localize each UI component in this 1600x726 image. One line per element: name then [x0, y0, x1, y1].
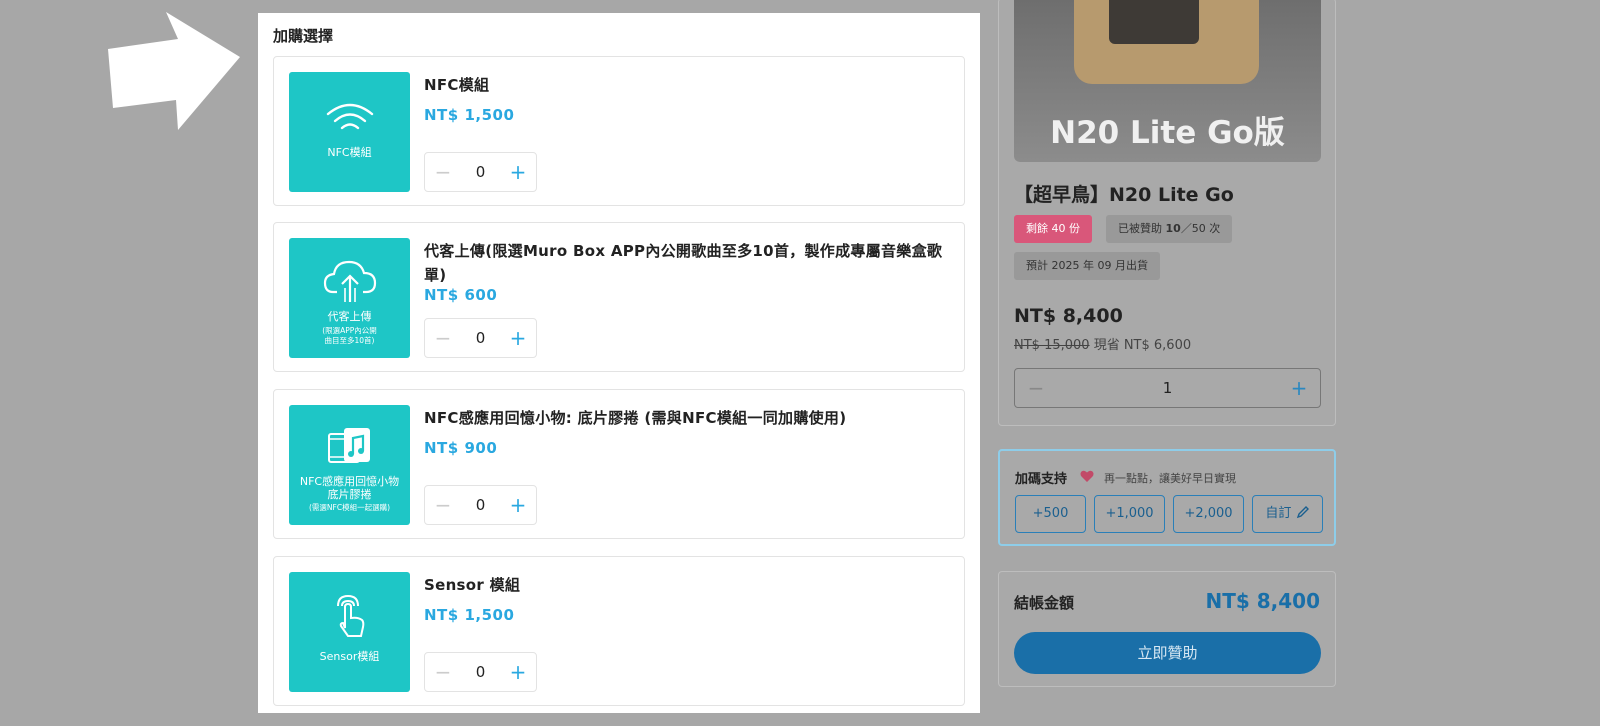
addon-thumb: NFC模組	[289, 72, 410, 192]
extra-support-card: 加碼支持 再一點點，讓美好早日實現 +500 +1,000 +2,000 自訂	[998, 449, 1336, 546]
quantity-value[interactable]: 1	[1057, 379, 1278, 397]
checkout-card: 結帳金額 NT$ 8,400 立即贊助	[998, 571, 1336, 687]
support-hint: 再一點點，讓美好早日實現	[1104, 472, 1236, 485]
sponsored-prefix: 已被贊助	[1118, 222, 1166, 235]
quantity-stepper: − 0 +	[424, 318, 537, 358]
support-amount-1000-button[interactable]: +1,000	[1094, 495, 1165, 533]
increment-button[interactable]: +	[500, 153, 536, 191]
product-title: 【超早鳥】N20 Lite Go	[1014, 184, 1234, 206]
addon-item-upload: 代客上傳 (限選APP內公開 曲目至多10首) 代客上傳(限選Muro Box …	[273, 222, 965, 372]
quantity-value[interactable]: 0	[461, 496, 500, 514]
increment-button[interactable]: +	[1278, 376, 1320, 400]
thumb-title: 代客上傳	[327, 310, 372, 323]
checkout-label: 結帳金額	[1014, 594, 1075, 612]
increment-button[interactable]: +	[500, 653, 536, 691]
decrement-button[interactable]: −	[1015, 376, 1057, 400]
addon-panel: 加購選擇 NFC模組 NFC模組 NT$ 1,500 − 0 + 代客上傳 (限…	[258, 13, 980, 713]
increment-button[interactable]: +	[500, 319, 536, 357]
addon-item-nfc: NFC模組 NFC模組 NT$ 1,500 − 0 +	[273, 56, 965, 206]
checkout-total: NT$ 8,400	[1205, 589, 1320, 613]
addon-name: NFC感應用回憶小物: 底片膠捲 (需與NFC模組一同加購使用)	[424, 409, 847, 427]
sponsored-badge: 已被贊助 10／50 次	[1106, 215, 1233, 243]
decrement-button[interactable]: −	[425, 153, 461, 191]
music-box-mechanism	[1109, 0, 1199, 44]
product-card: N20 Lite Go版 【超早鳥】N20 Lite Go 剩餘 40 份 已被…	[998, 0, 1336, 426]
addon-price: NT$ 1,500	[424, 106, 515, 124]
saving-text: 現省 NT$ 6,600	[1093, 338, 1192, 353]
quantity-value[interactable]: 0	[461, 329, 500, 347]
addon-item-sensor: Sensor模組 Sensor 模組 NT$ 1,500 − 0 +	[273, 556, 965, 706]
heart-icon	[1080, 470, 1094, 482]
addon-thumb: NFC感應用回憶小物 底片膠捲 (需選NFC模組一起選購)	[289, 405, 410, 525]
sponsored-count: 10	[1165, 222, 1181, 235]
addon-price: NT$ 1,500	[424, 606, 515, 624]
addon-name: NFC模組	[424, 76, 490, 94]
remaining-badge: 剩餘 40 份	[1014, 215, 1092, 243]
addon-price: NT$ 900	[424, 439, 498, 457]
pointer-arrow-icon	[108, 12, 240, 130]
product-image-caption: N20 Lite Go版	[1050, 115, 1285, 151]
decrement-button[interactable]: −	[425, 319, 461, 357]
sponsor-now-button[interactable]: 立即贊助	[1014, 632, 1321, 674]
quantity-stepper: − 0 +	[424, 152, 537, 192]
addon-price: NT$ 600	[424, 286, 498, 304]
thumb-title: NFC模組	[327, 146, 372, 159]
pencil-icon	[1296, 506, 1309, 519]
shipping-badge: 預計 2025 年 09 月出貨	[1014, 252, 1160, 280]
support-custom-button[interactable]: 自訂	[1252, 495, 1323, 533]
wifi-icon	[326, 103, 373, 130]
product-image: N20 Lite Go版	[1014, 0, 1321, 162]
addon-item-film: NFC感應用回憶小物 底片膠捲 (需選NFC模組一起選購) NFC感應用回憶小物…	[273, 389, 965, 539]
support-amount-500-button[interactable]: +500	[1015, 495, 1086, 533]
custom-label: 自訂	[1265, 506, 1292, 521]
increment-button[interactable]: +	[500, 486, 536, 524]
decrement-button[interactable]: −	[425, 486, 461, 524]
quantity-value[interactable]: 0	[461, 163, 500, 181]
addon-thumb: Sensor模組	[289, 572, 410, 692]
touch-hand-icon	[336, 594, 364, 637]
decrement-button[interactable]: −	[425, 653, 461, 691]
product-price: NT$ 8,400	[1014, 305, 1123, 327]
thumb-title: Sensor模組	[319, 650, 380, 663]
support-title: 加碼支持	[1015, 472, 1068, 487]
addon-name: 代客上傳(限選Muro Box APP內公開歌曲至多10首，製作成專屬音樂盒歌單…	[424, 242, 943, 284]
addon-section-title: 加購選擇	[273, 27, 334, 45]
quantity-stepper: − 0 +	[424, 485, 537, 525]
thumb-note: (限選APP內公開 曲目至多10首)	[322, 326, 377, 345]
original-price: NT$ 15,000	[1014, 338, 1090, 353]
thumb-title: NFC感應用回憶小物 底片膠捲	[299, 475, 400, 501]
price-comparison: NT$ 15,000 現省 NT$ 6,600	[1014, 334, 1191, 353]
quantity-stepper: − 0 +	[424, 652, 537, 692]
sponsored-suffix: ／50 次	[1180, 222, 1221, 235]
thumb-note: (需選NFC模組一起選購)	[308, 503, 390, 512]
addon-name: Sensor 模組	[424, 576, 521, 594]
quantity-value[interactable]: 0	[461, 663, 500, 681]
cloud-upload-icon	[323, 260, 376, 302]
product-quantity-stepper: − 1 +	[1014, 368, 1321, 408]
addon-thumb: 代客上傳 (限選APP內公開 曲目至多10首)	[289, 238, 410, 358]
support-amount-2000-button[interactable]: +2,000	[1173, 495, 1244, 533]
film-music-icon	[327, 428, 370, 463]
